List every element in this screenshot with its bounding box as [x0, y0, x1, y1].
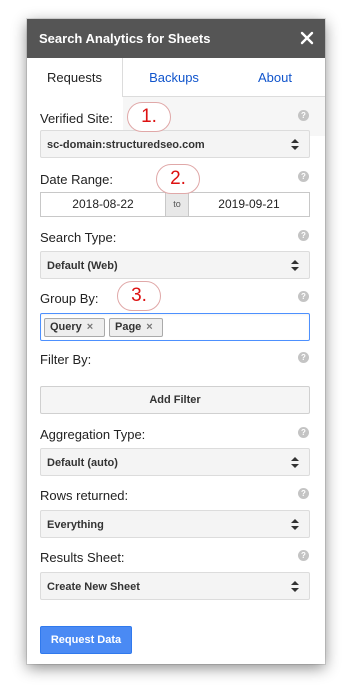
request-data-button[interactable]: Request Data [40, 626, 132, 654]
aggregation-type-value: Default (auto) [47, 457, 118, 469]
filter-by-label: Filter By: [40, 352, 92, 367]
search-type-label: Search Type: [40, 230, 117, 245]
help-icon[interactable]: ? [298, 427, 309, 438]
updown-arrow-icon [291, 139, 299, 150]
rows-returned-select[interactable]: Everything [40, 510, 310, 538]
chip-label: Page [115, 321, 142, 333]
aggregation-type-select[interactable]: Default (auto) [40, 448, 310, 476]
tab-about[interactable]: About [225, 58, 325, 97]
help-icon[interactable]: ? [298, 352, 309, 363]
remove-chip-icon[interactable]: × [87, 319, 93, 336]
rows-returned-value: Everything [47, 519, 104, 531]
verified-site-select[interactable]: sc-domain:structuredseo.com [40, 130, 310, 158]
updown-arrow-icon [291, 457, 299, 468]
group-by-label: Group By: [40, 291, 99, 306]
step-annotation-2: 2. [156, 164, 200, 194]
help-icon[interactable]: ? [298, 110, 309, 121]
titlebar: Search Analytics for Sheets [27, 19, 325, 58]
updown-arrow-icon [291, 581, 299, 592]
date-range-group: 2018-08-22 to 2019-09-21 [40, 192, 310, 217]
rows-returned-label: Rows returned: [40, 488, 129, 503]
verified-site-label: Verified Site: [40, 111, 113, 126]
panel-title: Search Analytics for Sheets [39, 31, 211, 46]
results-sheet-select[interactable]: Create New Sheet [40, 572, 310, 600]
group-chip-page: Page × [109, 318, 163, 337]
help-icon[interactable]: ? [298, 291, 309, 302]
add-filter-button[interactable]: Add Filter [40, 386, 310, 414]
end-date-input[interactable]: 2019-09-21 [188, 192, 310, 217]
tab-bar: Requests Backups About [27, 58, 325, 136]
remove-chip-icon[interactable]: × [146, 319, 152, 336]
close-icon[interactable] [299, 30, 315, 46]
group-by-multiselect[interactable]: Query × Page × [40, 313, 310, 341]
group-chip-query: Query × [44, 318, 105, 337]
tab-requests[interactable]: Requests [27, 58, 123, 97]
chip-label: Query [50, 321, 82, 333]
sidebar-panel: Search Analytics for Sheets Requests Bac… [27, 19, 325, 664]
verified-site-value: sc-domain:structuredseo.com [47, 139, 205, 151]
help-icon[interactable]: ? [298, 230, 309, 241]
help-icon[interactable]: ? [298, 550, 309, 561]
search-type-select[interactable]: Default (Web) [40, 251, 310, 279]
updown-arrow-icon [291, 260, 299, 271]
step-annotation-1: 1. [127, 102, 171, 132]
aggregation-type-label: Aggregation Type: [40, 427, 146, 442]
help-icon[interactable]: ? [298, 171, 309, 182]
updown-arrow-icon [291, 519, 299, 530]
step-annotation-3: 3. [117, 281, 161, 311]
help-icon[interactable]: ? [298, 488, 309, 499]
tab-backups[interactable]: Backups [123, 58, 225, 97]
search-type-value: Default (Web) [47, 260, 118, 272]
results-sheet-value: Create New Sheet [47, 581, 140, 593]
date-to-addon: to [165, 192, 189, 217]
results-sheet-label: Results Sheet: [40, 550, 125, 565]
date-range-label: Date Range: [40, 172, 113, 187]
start-date-input[interactable]: 2018-08-22 [40, 192, 166, 217]
